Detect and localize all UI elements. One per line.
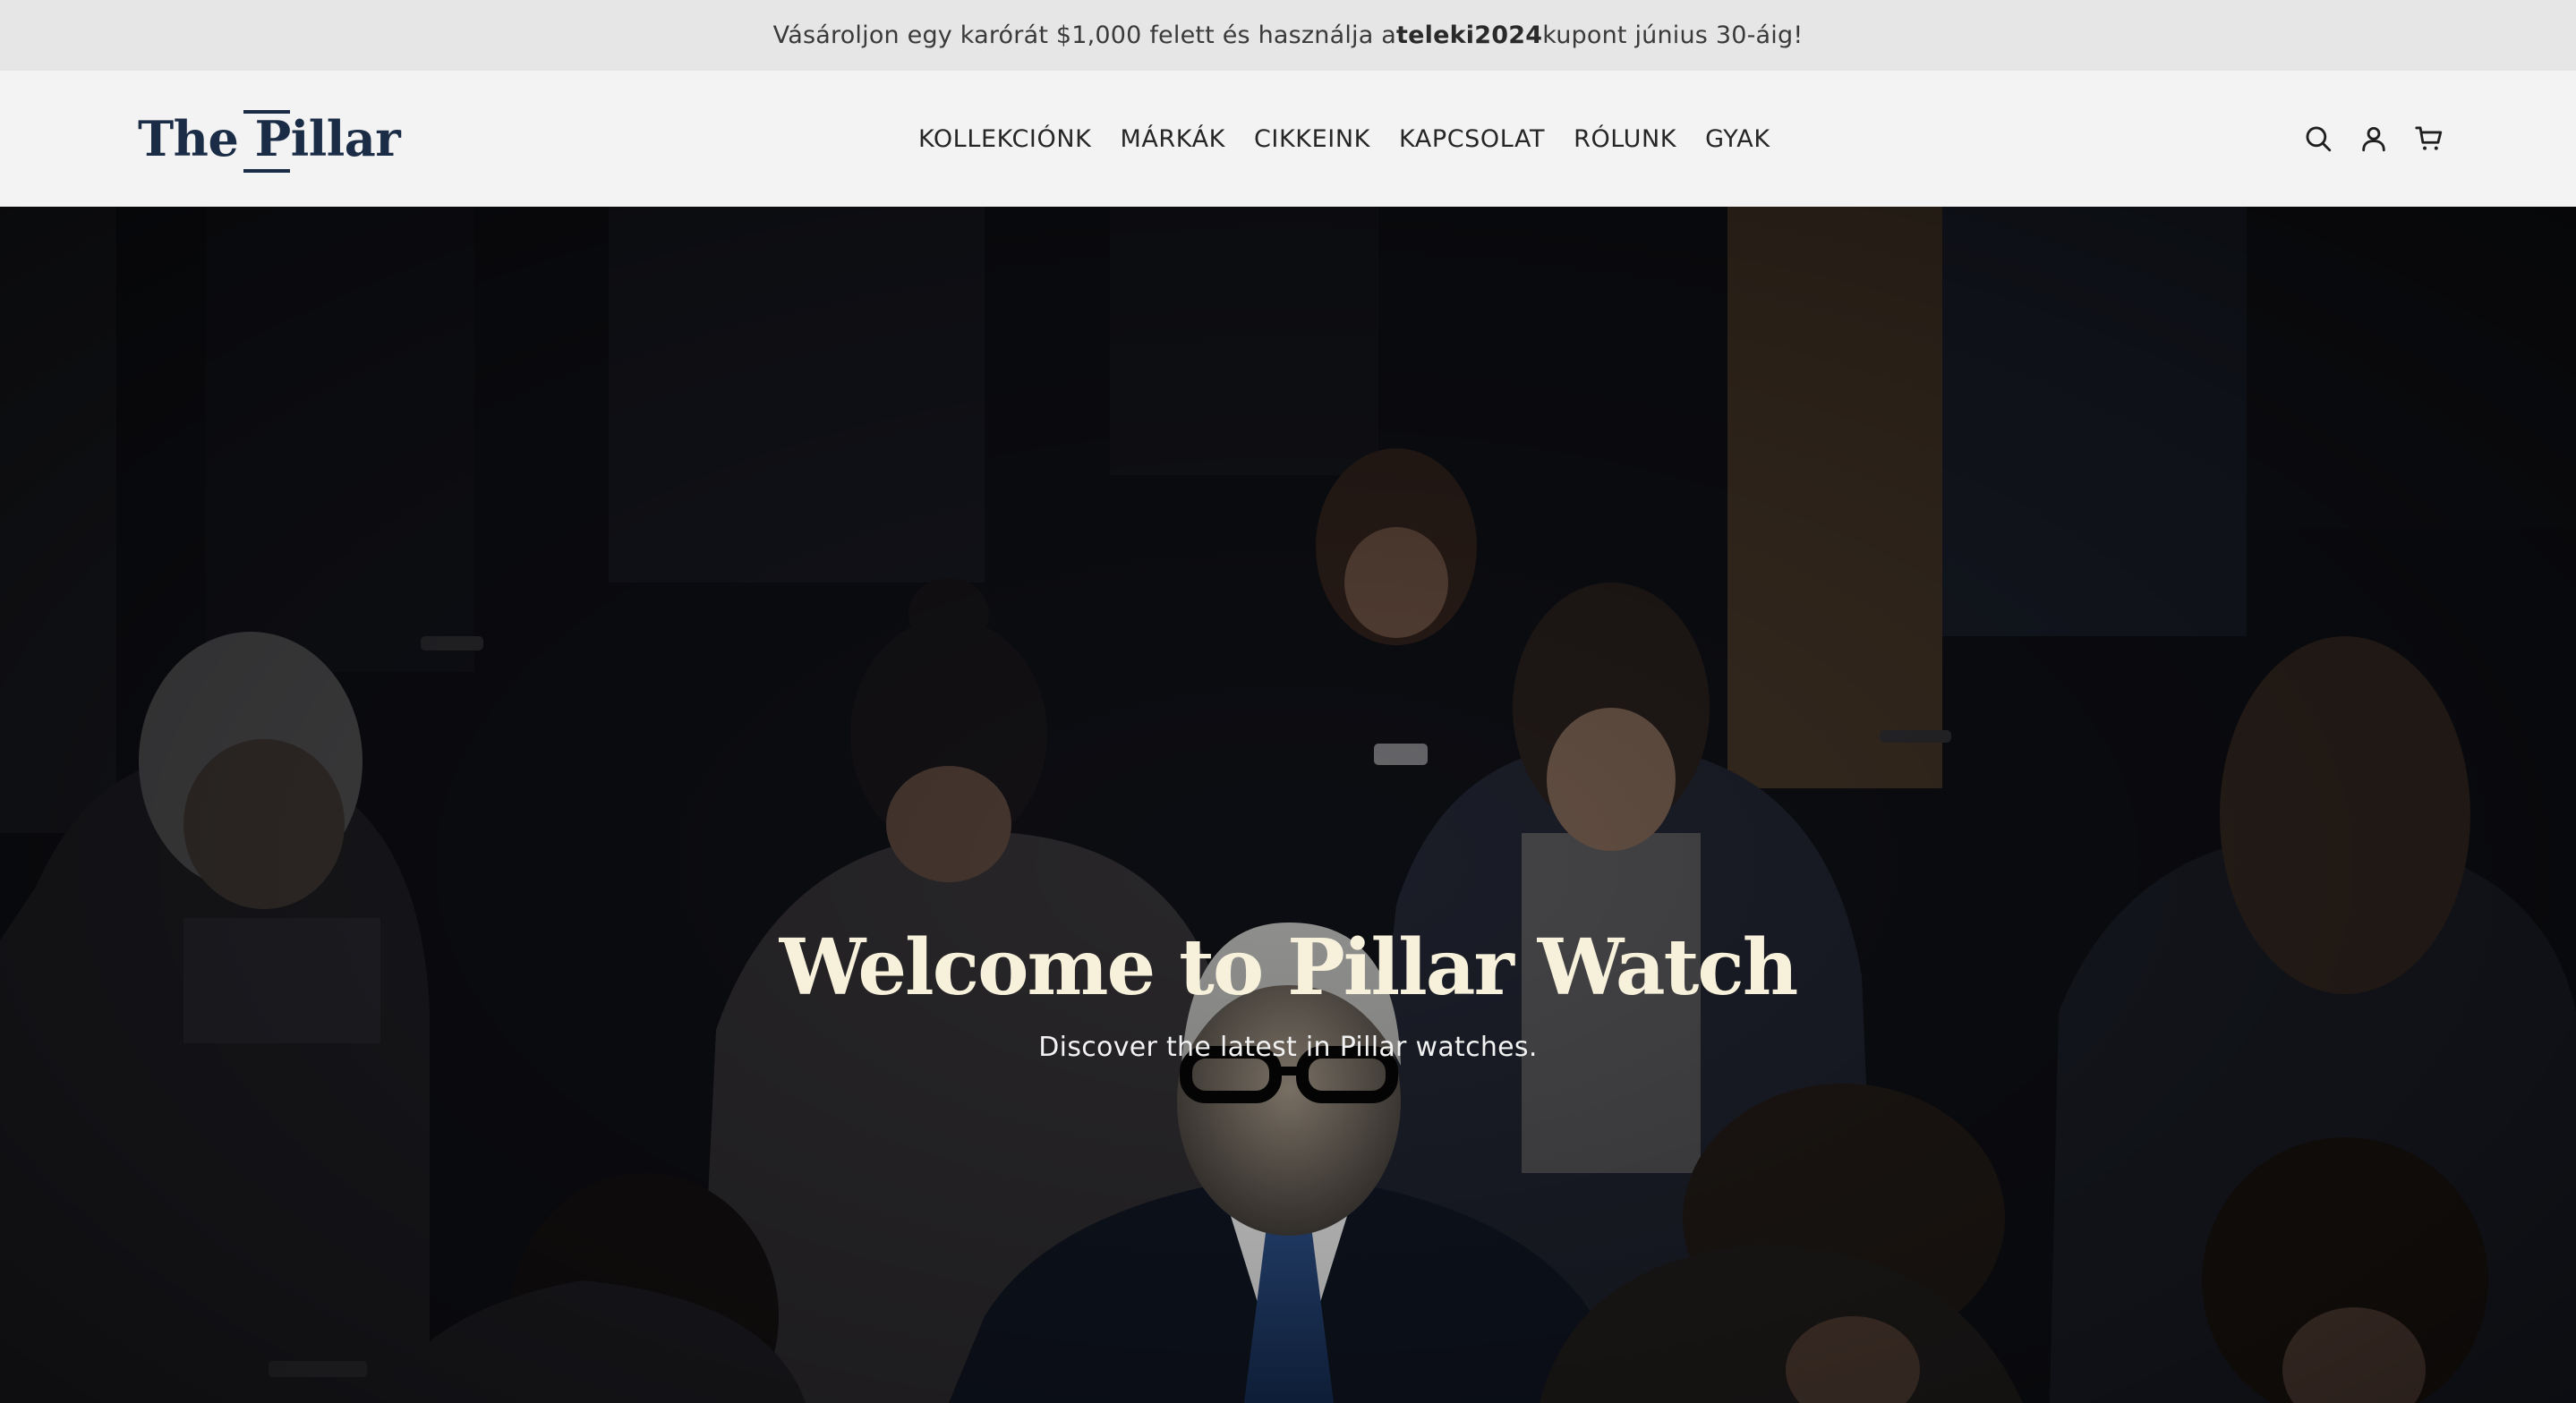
announcement-prefix: Vásároljon egy karórát $1,000 felett és … — [772, 21, 1397, 49]
logo-text: The Pillar — [138, 110, 401, 167]
nav-item-cikkeink[interactable]: CIKKEINK — [1240, 116, 1385, 162]
announcement-suffix: kupont június 30-áig! — [1542, 21, 1804, 49]
search-icon[interactable] — [2302, 123, 2334, 155]
hero-banner: Welcome to Pillar Watch Discover the lat… — [0, 207, 2576, 1403]
brand-logo[interactable]: The Pillar — [138, 103, 401, 174]
coupon-code: teleki2024 — [1396, 21, 1543, 49]
main-nav: KOLLEKCIÓNK MÁRKÁK CIKKEINK KAPCSOLAT RÓ… — [904, 71, 1785, 207]
hero-title: Welcome to Pillar Watch — [779, 923, 1798, 1013]
nav-item-kapcsolat[interactable]: KAPCSOLAT — [1385, 116, 1559, 162]
cart-icon[interactable] — [2413, 123, 2445, 155]
nav-item-gyak[interactable]: GYAK — [1691, 116, 1785, 162]
header-actions — [2302, 71, 2445, 207]
site-header: The Pillar KOLLEKCIÓNK MÁRKÁK CIKKEINK K… — [0, 71, 2576, 207]
nav-item-markak[interactable]: MÁRKÁK — [1105, 116, 1240, 162]
nav-item-rolunk[interactable]: RÓLUNK — [1559, 116, 1691, 162]
hero-subtitle: Discover the latest in Pillar watches. — [1038, 1032, 1538, 1063]
account-icon[interactable] — [2358, 123, 2390, 155]
nav-item-kollekcionk[interactable]: KOLLEKCIÓNK — [904, 116, 1105, 162]
announcement-bar: Vásároljon egy karórát $1,000 felett és … — [0, 0, 2576, 71]
hero-overlay — [0, 207, 2576, 1403]
